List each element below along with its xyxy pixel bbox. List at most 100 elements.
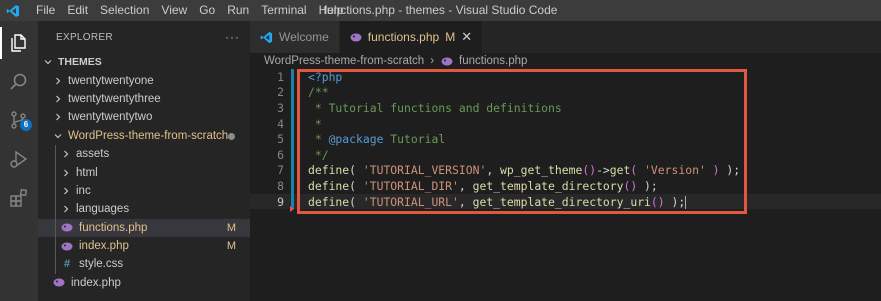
menu-edit[interactable]: Edit [61,0,94,21]
source-control-badge: 6 [20,119,32,131]
tree-file-root-index-php[interactable]: index.php [38,274,250,292]
tree-folder-label: assets [76,148,110,161]
indent-guide [55,181,56,201]
tab-label: functions.php [367,30,440,44]
tree-folder-assets[interactable]: assets [38,144,250,164]
line-number: 5 [277,132,284,147]
tree-folder-html[interactable]: html [38,163,250,182]
menu-file[interactable]: File [30,0,61,21]
text-cursor [685,195,687,209]
tree-folder-label: languages [76,203,130,216]
sidebar-title: EXPLORER [56,31,113,43]
code-line: 7 define( 'TUTORIAL_VERSION', wp_get_the… [250,162,881,179]
tree-file-index-php[interactable]: index.php M [38,236,250,256]
code-token: /** [308,85,329,100]
breadcrumb-folder[interactable]: WordPress-theme-from-scratch [264,55,424,67]
vscode-logo-icon [2,0,24,21]
explorer-sidebar: EXPLORER ··· THEMES twentytwentyone twen… [38,21,250,301]
modified-status: M [445,30,456,44]
tree-root-themes[interactable]: THEMES [38,53,250,71]
code-token: 'TUTORIAL_URL' [362,194,459,209]
tree-file-style-css[interactable]: # style.css [38,255,250,274]
tree-folder-label: twentytwentyone [68,74,154,87]
tree-file-functions-php[interactable]: functions.php M [38,218,250,237]
chevron-right-icon [60,168,72,178]
css-file-icon: # [63,258,71,271]
code-token: get_template_directory_uri [472,194,651,209]
tab-welcome[interactable]: Welcome [250,21,340,53]
tree-root-label: THEMES [58,56,102,69]
git-change-marker [291,84,294,101]
tab-functions-php[interactable]: functions.php M ✕ [339,21,484,53]
modified-status: M [226,221,236,234]
tree-file-label: style.css [79,258,124,271]
menu-go[interactable]: Go [193,0,221,21]
editor-tabs: Welcome functions.php M ✕ [250,21,881,53]
code-editor[interactable]: 1 <?php 2 /** 3 * Tutorial functions and… [250,69,881,301]
menu-terminal[interactable]: Terminal [255,0,312,21]
tree-folder-inc[interactable]: inc [38,181,250,201]
tree-folder-label: inc [76,184,91,197]
line-number: 8 [277,178,284,193]
more-actions-icon[interactable]: ··· [225,30,240,44]
breadcrumb-file[interactable]: functions.php [459,55,527,67]
tree-file-label: index.php [79,240,129,253]
indent-guide [55,144,56,164]
code-token: 'TUTORIAL_VERSION' [362,163,487,178]
line-number: 9 [277,194,284,209]
tree-folder-twentytwentytwo[interactable]: twentytwentytwo [38,108,250,126]
tree-folder-label: html [76,166,98,179]
tree-folder-twentytwentythree[interactable]: twentytwentythree [38,90,250,108]
vscode-logo-icon [260,31,273,44]
run-debug-icon[interactable] [0,140,38,178]
tree-folder-label: twentytwentythree [68,92,161,105]
code-token: */ [308,147,329,162]
code-line: 3 * Tutorial functions and definitions [250,100,881,116]
code-token: * Tutorial functions and definitions [308,100,562,115]
code-token: 'TUTORIAL_DIR' [362,178,459,193]
git-change-marker [291,147,294,163]
code-line: 4 * [250,115,881,132]
git-change-marker [291,162,294,179]
code-line: 8 define( 'TUTORIAL_DIR', get_template_d… [250,178,881,194]
tree-folder-label: twentytwentytwo [68,111,153,124]
code-token: define [308,178,350,193]
menu-selection[interactable]: Selection [94,0,155,21]
indent-guide [55,163,56,182]
tree-file-label: index.php [71,276,121,289]
code-token: define [308,163,350,178]
line-number: 2 [277,85,284,100]
tab-label: Welcome [279,30,329,44]
line-number: 4 [277,116,284,131]
chevron-right-icon: › [430,55,435,67]
menu-view[interactable]: View [155,0,193,21]
code-line: 6 */ [250,147,881,163]
tree-folder-project[interactable]: WordPress-theme-from-scratch [38,127,250,145]
title-bar: File Edit Selection View Go Run Terminal… [0,0,881,21]
extensions-icon[interactable] [0,179,38,217]
breadcrumb: WordPress-theme-from-scratch › functions… [250,53,881,69]
chevron-right-icon [60,149,72,159]
activity-bar: 6 [0,21,38,301]
line-number: 6 [277,147,284,162]
search-icon[interactable] [0,63,38,101]
code-line: 5 * @package Tutorial [250,131,881,147]
explorer-icon[interactable] [0,24,38,62]
indent-guide [55,200,56,219]
chevron-right-icon [60,204,72,214]
menu-run[interactable]: Run [221,0,255,21]
deleted-line-marker [290,206,294,212]
code-line: 1 <?php [250,69,881,85]
tree-file-label: functions.php [79,221,148,234]
code-token: get_template_directory [472,178,624,193]
git-change-marker [291,69,294,85]
code-line-current: 9 define( 'TUTORIAL_URL', get_template_d… [250,193,881,210]
code-token: @package [328,132,384,147]
code-token: wp_get_theme [500,163,583,178]
close-icon[interactable]: ✕ [461,29,472,45]
source-control-icon[interactable]: 6 [0,101,38,139]
tree-folder-languages[interactable]: languages [38,200,250,219]
tree-folder-twentytwentyone[interactable]: twentytwentyone [38,71,250,89]
git-change-marker [291,178,294,194]
line-number: 7 [277,163,284,178]
